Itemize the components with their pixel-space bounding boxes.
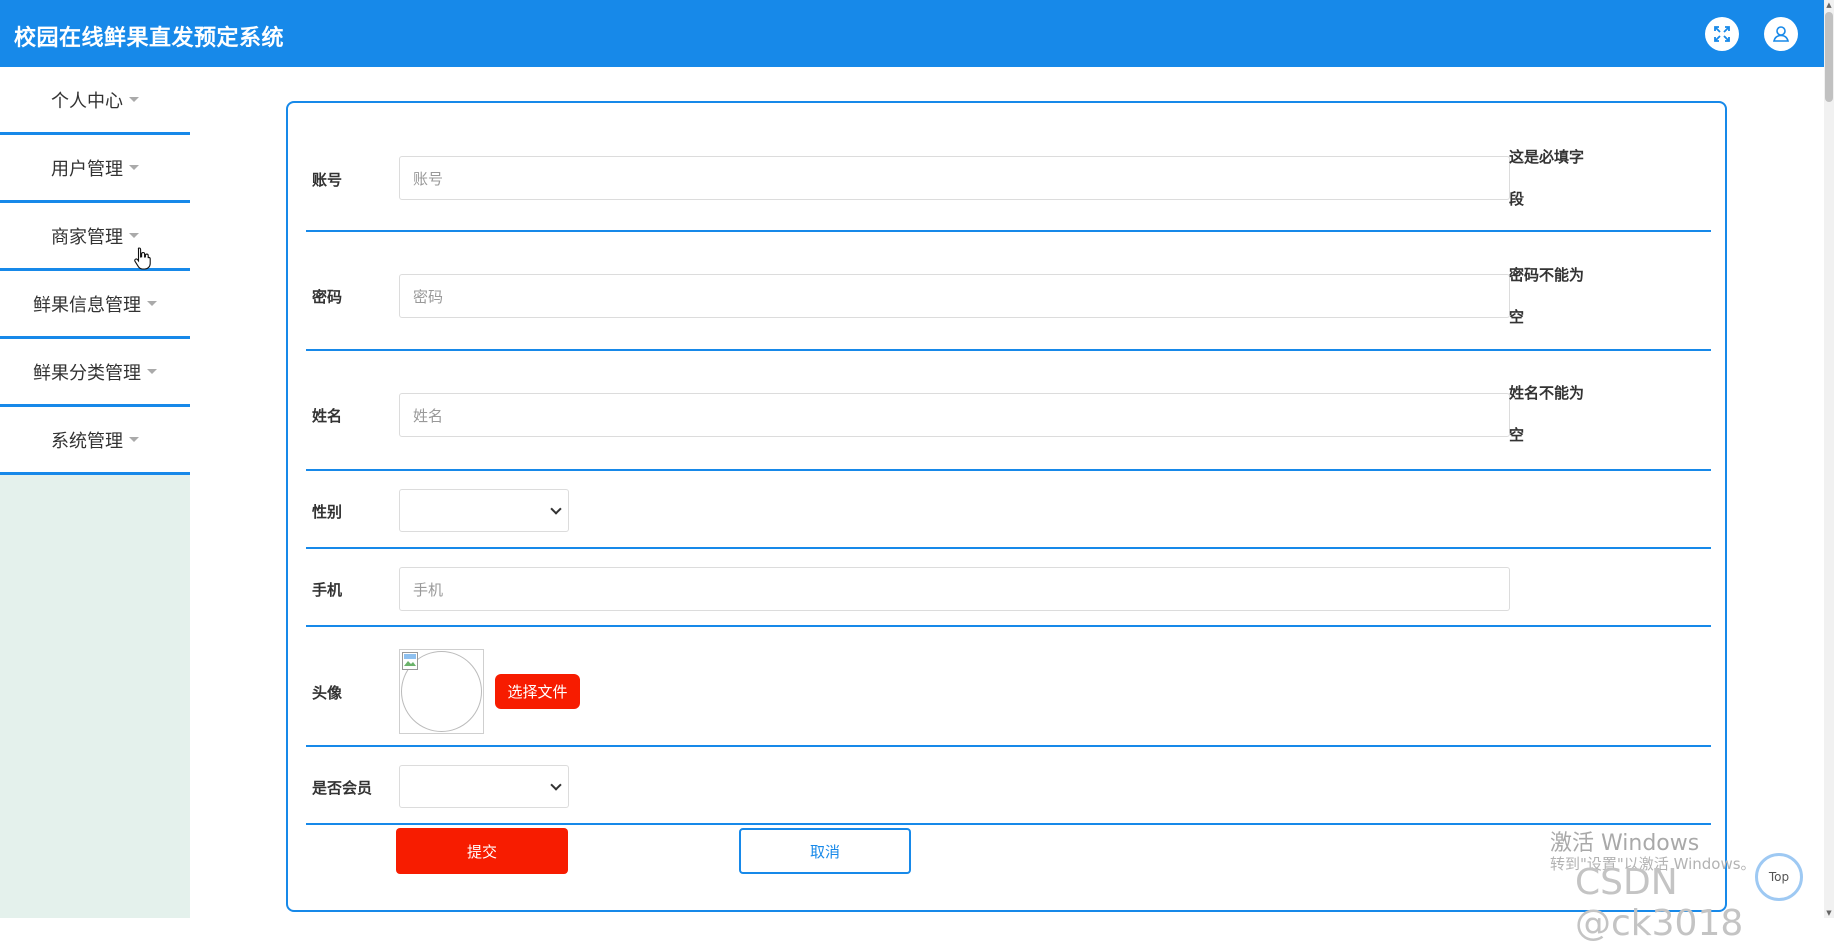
back-to-top-button[interactable]: Top [1755, 853, 1803, 901]
scrollbar-thumb[interactable] [1825, 12, 1833, 102]
broken-image-icon [402, 652, 418, 670]
form-row-avatar: 头像 选择文件 [306, 629, 1711, 747]
phone-input[interactable]: 手机 [399, 567, 1510, 611]
scroll-up-arrow-icon[interactable]: ▲ [1825, 1, 1833, 9]
sidebar-item-label: 鲜果分类管理 [33, 362, 141, 384]
password-hint-line1: 密码不能为 [1509, 266, 1585, 284]
sidebar: 个人中心 用户管理 商家管理 鲜果信息管理 鲜果分类管理 系统管理 [0, 67, 190, 918]
caret-down-icon [147, 301, 157, 306]
gender-select[interactable] [399, 489, 569, 532]
avatar-label: 头像 [312, 684, 343, 702]
user-icon [1772, 26, 1790, 42]
name-hint-line2: 空 [1509, 426, 1525, 444]
password-label: 密码 [312, 288, 343, 306]
sidebar-item-system-management[interactable]: 系统管理 [0, 407, 190, 475]
account-placeholder: 账号 [413, 169, 444, 188]
sidebar-item-label: 鲜果信息管理 [33, 294, 141, 316]
sidebar-item-user-management[interactable]: 用户管理 [0, 135, 190, 203]
choose-file-button[interactable]: 选择文件 [495, 674, 580, 709]
fullscreen-button[interactable] [1705, 17, 1739, 51]
caret-down-icon [129, 437, 139, 442]
phone-placeholder: 手机 [413, 580, 444, 599]
name-placeholder: 姓名 [413, 406, 444, 425]
expand-icon [1714, 26, 1730, 42]
chevron-down-icon [550, 779, 562, 791]
member-select[interactable] [399, 765, 569, 808]
sidebar-item-label: 系统管理 [51, 430, 123, 452]
name-label: 姓名 [312, 407, 343, 425]
phone-label: 手机 [312, 581, 343, 599]
hand-pointer-icon [134, 247, 151, 270]
chevron-down-icon [550, 503, 562, 515]
account-label: 账号 [312, 171, 343, 189]
sidebar-item-label: 用户管理 [51, 158, 123, 180]
sidebar-item-label: 个人中心 [51, 90, 123, 112]
member-label: 是否会员 [312, 779, 373, 797]
caret-down-icon [129, 97, 139, 102]
user-form: 账号 账号 这是必填字 段 密码 密码 密码不能为 空 姓名 姓名 姓名不能为 … [286, 101, 1727, 912]
account-hint-line2: 段 [1509, 190, 1525, 208]
submit-button[interactable]: 提交 [396, 828, 568, 874]
page-scrollbar[interactable]: ▲ ▼ [1824, 0, 1834, 918]
password-input[interactable]: 密码 [399, 274, 1510, 318]
name-hint-line1: 姓名不能为 [1509, 384, 1585, 402]
gender-label: 性别 [312, 503, 343, 521]
sidebar-item-fruit-category-management[interactable]: 鲜果分类管理 [0, 339, 190, 407]
avatar-preview [399, 649, 484, 734]
top-header: 校园在线鲜果直发预定系统 [0, 0, 1834, 67]
password-hint-line2: 空 [1509, 308, 1525, 326]
sidebar-item-personal-center[interactable]: 个人中心 [0, 67, 190, 135]
caret-down-icon [129, 233, 139, 238]
form-row-gender: 性别 [306, 473, 1711, 549]
sidebar-item-label: 商家管理 [51, 226, 123, 248]
form-row-phone: 手机 手机 [306, 551, 1711, 627]
name-input[interactable]: 姓名 [399, 393, 1510, 437]
sidebar-item-fruit-info-management[interactable]: 鲜果信息管理 [0, 271, 190, 339]
form-row-password: 密码 密码 密码不能为 空 [306, 234, 1711, 351]
user-button[interactable] [1764, 17, 1798, 51]
password-placeholder: 密码 [413, 287, 444, 306]
account-hint-line1: 这是必填字 [1509, 148, 1585, 166]
form-row-account: 账号 账号 这是必填字 段 [306, 103, 1711, 232]
form-row-name: 姓名 姓名 姓名不能为 空 [306, 353, 1711, 471]
app-title: 校园在线鲜果直发预定系统 [14, 26, 285, 51]
caret-down-icon [147, 369, 157, 374]
sidebar-item-merchant-management[interactable]: 商家管理 [0, 203, 190, 271]
cancel-button[interactable]: 取消 [739, 828, 911, 874]
form-row-member: 是否会员 [306, 749, 1711, 825]
caret-down-icon [129, 165, 139, 170]
account-input[interactable]: 账号 [399, 156, 1510, 200]
